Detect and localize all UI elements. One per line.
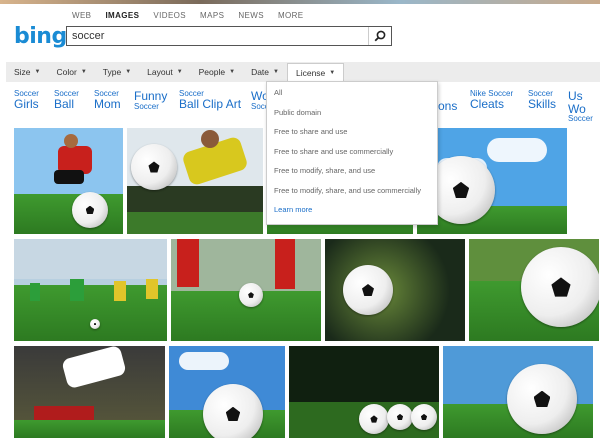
image-result[interactable]: [14, 128, 123, 234]
image-result[interactable]: [417, 128, 567, 234]
related-big: Ball: [54, 97, 75, 112]
scope-maps[interactable]: MAPS: [200, 11, 224, 20]
related-item[interactable]: ons: [438, 100, 457, 113]
license-option-all[interactable]: All: [274, 88, 282, 97]
image-result[interactable]: [169, 346, 285, 438]
caret-down-icon: ▼: [176, 69, 183, 75]
related-item[interactable]: Soccer Skills: [528, 89, 557, 112]
image-result[interactable]: [469, 239, 599, 341]
caret-down-icon: ▼: [34, 69, 41, 75]
caret-down-icon: ▼: [273, 69, 279, 75]
search-input[interactable]: [72, 29, 362, 43]
related-big: Cleats: [470, 97, 505, 112]
related-big: Funny: [134, 89, 168, 103]
scope-more[interactable]: MORE: [278, 11, 304, 20]
related-item[interactable]: Soccer Girls: [14, 89, 39, 112]
filter-people[interactable]: People ▼: [191, 62, 243, 82]
related-big: Ball Clip Art: [179, 97, 242, 112]
filter-license[interactable]: License ▼: [286, 62, 345, 82]
image-result[interactable]: [127, 128, 263, 234]
related-big: Us Wo: [568, 89, 586, 116]
license-dropdown: All Public domain Free to share and use …: [266, 81, 438, 225]
related-item[interactable]: Us Wo Soccer: [568, 90, 600, 124]
filter-bar: Size ▼ Color ▼ Type ▼ Layout ▼ People ▼ Date ▼…: [6, 62, 600, 82]
caret-down-icon: ▼: [125, 69, 132, 75]
license-option-modify-commercial[interactable]: Free to modify, share, and use commercia…: [274, 186, 421, 195]
license-learn-more[interactable]: Learn more: [274, 205, 312, 214]
scope-videos[interactable]: VIDEOS: [153, 11, 186, 20]
image-result[interactable]: [443, 346, 593, 438]
filter-date[interactable]: Date ▼: [243, 62, 287, 82]
image-result[interactable]: [14, 239, 167, 341]
image-row: [14, 239, 599, 341]
filter-type[interactable]: Type ▼: [95, 62, 139, 82]
image-result[interactable]: [325, 239, 465, 341]
filter-label: Size: [14, 67, 31, 77]
related-big: ons: [438, 99, 458, 113]
related-big: Skills: [528, 97, 557, 112]
search-button[interactable]: [368, 27, 391, 45]
license-option-share-use[interactable]: Free to share and use: [274, 127, 347, 136]
related-small: Soccer: [568, 114, 593, 124]
related-item[interactable]: Nike Soccer Cleats: [470, 89, 513, 112]
license-option-public-domain[interactable]: Public domain: [274, 108, 321, 117]
image-row: [14, 346, 593, 438]
license-option-modify[interactable]: Free to modify, share, and use: [274, 166, 375, 175]
image-result[interactable]: [171, 239, 321, 341]
bing-logo[interactable]: bing: [14, 24, 67, 49]
search-icon: [374, 30, 386, 42]
related-small: Soccer: [134, 101, 159, 111]
search-box: [66, 26, 392, 46]
filter-layout[interactable]: Layout ▼: [139, 62, 190, 82]
related-item[interactable]: Soccer Ball Clip Art: [179, 89, 242, 112]
scope-nav: WEB IMAGES VIDEOS MAPS NEWS MORE: [72, 11, 304, 20]
header-banner: [0, 0, 600, 4]
related-big: Girls: [14, 97, 39, 112]
related-item[interactable]: Funny Soccer: [134, 90, 167, 111]
related-item[interactable]: Soccer Ball: [54, 89, 79, 112]
filter-label: Color: [56, 67, 77, 77]
filter-label: Layout: [147, 67, 173, 77]
image-result[interactable]: [289, 346, 439, 438]
scope-news[interactable]: NEWS: [238, 11, 264, 20]
filter-label: License: [295, 67, 326, 78]
filter-label: People: [198, 67, 226, 77]
scope-web[interactable]: WEB: [72, 11, 91, 20]
caret-down-icon: ▼: [329, 69, 336, 76]
image-result[interactable]: [14, 346, 165, 438]
filter-color[interactable]: Color ▼: [49, 62, 95, 82]
caret-down-icon: ▼: [80, 69, 87, 75]
filter-label: Type: [102, 67, 122, 77]
filter-size[interactable]: Size ▼: [6, 62, 49, 82]
scope-images[interactable]: IMAGES: [105, 11, 139, 20]
license-option-share-commercial[interactable]: Free to share and use commercially: [274, 147, 393, 156]
related-big: Mom: [94, 97, 121, 112]
caret-down-icon: ▼: [229, 69, 236, 75]
related-item[interactable]: Soccer Mom: [94, 89, 121, 112]
filter-label: Date: [251, 67, 270, 77]
